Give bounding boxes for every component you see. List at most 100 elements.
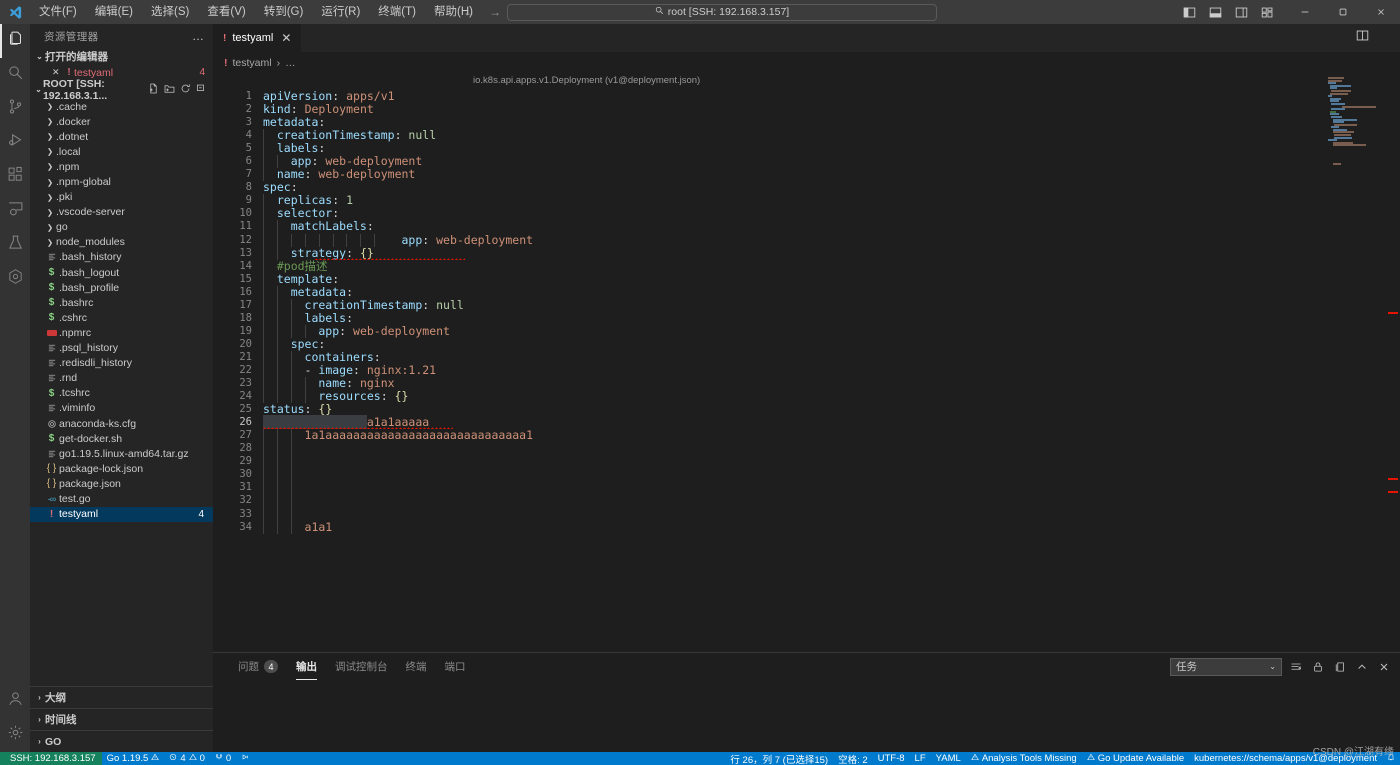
file-tree[interactable]: ❯ .cache ❯ .docker ❯ .dotnet ❯ .local ❯ .npm ❯ .npm… [30, 99, 213, 522]
sidebar-item-extensions[interactable] [0, 160, 30, 194]
tree-file-item[interactable]: .redisdli_history [30, 356, 213, 371]
code-line[interactable]: 8 spec: [213, 181, 1400, 194]
sidebar-item-search[interactable] [0, 58, 30, 92]
code-line[interactable]: 31 [213, 481, 1400, 495]
activity-bar[interactable] [0, 24, 30, 752]
tree-file-item[interactable]: .bash_history [30, 250, 213, 265]
sidebar-more-actions-icon[interactable]: … [192, 29, 205, 43]
tree-file-item[interactable]: .psql_history [30, 341, 213, 356]
tree-folder-item[interactable]: ❯ .npm-global [30, 174, 213, 189]
tree-folder-item[interactable]: ❯ go [30, 220, 213, 235]
menu-run[interactable]: 运行(R) [312, 0, 369, 24]
code-line[interactable]: 9 replicas: 1 [213, 194, 1400, 208]
tree-file-item[interactable]: $ .tcshrc [30, 386, 213, 401]
breadcrumb-file[interactable]: testyaml [233, 57, 272, 69]
close-icon[interactable]: ✕ [52, 67, 64, 78]
output-channel-select[interactable]: 任务 ⌄ [1170, 657, 1282, 676]
notifications-bell[interactable] [1382, 752, 1400, 765]
encoding-status[interactable]: UTF-8 [873, 752, 910, 765]
tree-file-item[interactable]: $ get-docker.sh [30, 431, 213, 446]
new-folder-icon[interactable] [164, 83, 175, 97]
panel-tab-终端[interactable]: 终端 [397, 653, 436, 680]
tree-folder-item[interactable]: ❯ .local [30, 144, 213, 159]
code-line[interactable]: 4 creationTimestamp: null [213, 129, 1400, 143]
tree-folder-item[interactable]: ❯ node_modules [30, 235, 213, 250]
open-editors-section-header[interactable]: ⌄ 打开的编辑器 [30, 48, 213, 65]
menu-terminal[interactable]: 终端(T) [369, 0, 425, 24]
menu-file[interactable]: 文件(F) [30, 0, 86, 24]
refresh-icon[interactable] [180, 83, 191, 97]
minimap[interactable] [1328, 77, 1386, 197]
code-line[interactable]: 29 [213, 455, 1400, 469]
eol-status[interactable]: LF [910, 752, 931, 765]
code-line[interactable]: 7 name: web-deployment [213, 168, 1400, 182]
close-icon[interactable]: ✕ [281, 31, 291, 45]
panel-tab-端口[interactable]: 端口 [436, 653, 475, 680]
tree-folder-item[interactable]: ❯ .npm [30, 159, 213, 174]
panel-tab-输出[interactable]: 输出 [287, 653, 326, 680]
menu-edit[interactable]: 编辑(E) [86, 0, 142, 24]
tree-folder-item[interactable]: ❯ .dotnet [30, 129, 213, 144]
sidebar-item-run-debug[interactable] [0, 126, 30, 160]
menu-bar[interactable]: 文件(F) 编辑(E) 选择(S) 查看(V) 转到(G) 运行(R) 终端(T… [30, 0, 482, 24]
new-file-icon[interactable] [148, 83, 159, 97]
tree-file-item[interactable]: go1.19.5.linux-amd64.tar.gz [30, 446, 213, 461]
code-line[interactable]: 32 [213, 494, 1400, 508]
remote-indicator[interactable]: SSH: 192.168.3.157 [0, 752, 102, 765]
tree-file-item[interactable]: { } package-lock.json [30, 461, 213, 476]
tree-file-item[interactable]: anaconda-ks.cfg [30, 416, 213, 431]
collapse-panel-icon[interactable] [1354, 661, 1370, 673]
timeline-section[interactable]: › 时间线 [30, 708, 213, 730]
code-line[interactable]: 14 #pod描述 [213, 259, 1400, 273]
code-line[interactable]: 28 [213, 442, 1400, 456]
yaml-schema-status[interactable]: kubernetes://schema/apps/v1@deployment [1189, 752, 1382, 765]
tree-file-item[interactable]: $ .bash_profile [30, 280, 213, 295]
accounts-button[interactable] [0, 684, 30, 718]
code-line[interactable]: 1 apiVersion: apps/v1 [213, 89, 1400, 103]
window-minimize-button[interactable] [1286, 0, 1324, 24]
code-line[interactable]: 34 a1a1 [213, 520, 1400, 534]
collapse-all-icon[interactable] [196, 83, 207, 97]
toggle-secondary-sidebar-icon[interactable] [1228, 0, 1254, 24]
indentation-status[interactable]: 空格: 2 [833, 752, 873, 765]
outline-section[interactable]: › 大纲 [30, 686, 213, 708]
panel-tab-问题[interactable]: 问题 4 [229, 653, 287, 680]
customize-layout-icon[interactable] [1254, 0, 1280, 24]
editor-tabs[interactable]: ! testyaml ✕ [213, 24, 1400, 52]
sidebar-item-remote-explorer[interactable] [0, 194, 30, 228]
panel-tabs[interactable]: 问题 4 输出 调试控制台 终端 端口 任务 ⌄ [213, 653, 1400, 680]
go-section[interactable]: › GO [30, 730, 213, 752]
split-editor-icon[interactable] [1356, 29, 1369, 47]
code-line[interactable]: 20 spec: [213, 337, 1400, 351]
tree-file-item[interactable]: -∞ test.go [30, 491, 213, 506]
lock-icon[interactable] [1310, 661, 1326, 673]
code-line[interactable]: 19 app: web-deployment [213, 324, 1400, 338]
code-line[interactable]: 27 1a1aaaaaaaaaaaaaaaaaaaaaaaaaaaaa1 [213, 429, 1400, 443]
breadcrumb[interactable]: ! testyaml › … [213, 52, 1400, 73]
analysis-tools-status[interactable]: Analysis Tools Missing [966, 752, 1082, 765]
window-close-button[interactable] [1362, 0, 1400, 24]
sidebar-item-kubernetes[interactable] [0, 262, 30, 296]
ports-status[interactable]: 0 [210, 752, 236, 765]
tree-folder-item[interactable]: ❯ .pki [30, 190, 213, 205]
tree-file-item[interactable]: $ .bashrc [30, 295, 213, 310]
sidebar-item-source-control[interactable] [0, 92, 30, 126]
code-line[interactable]: 13 strategy: {} [213, 246, 1400, 260]
overview-ruler[interactable] [1386, 73, 1400, 652]
menu-go[interactable]: 转到(G) [255, 0, 313, 24]
sidebar-item-testing[interactable] [0, 228, 30, 262]
code-editor[interactable]: io.k8s.api.apps.v1.Deployment (v1@deploy… [213, 73, 1400, 652]
tree-file-item[interactable]: { } package.json [30, 476, 213, 491]
tree-folder-item[interactable]: ❯ .vscode-server [30, 205, 213, 220]
code-line[interactable]: 2 kind: Deployment [213, 103, 1400, 116]
menu-selection[interactable]: 选择(S) [142, 0, 198, 24]
tab-testyaml[interactable]: ! testyaml ✕ [213, 24, 303, 52]
tree-file-item[interactable]: ! testyaml 4 [30, 506, 213, 522]
code-line[interactable]: 30 [213, 468, 1400, 482]
tree-folder-item[interactable]: ❯ .cache [30, 99, 213, 114]
status-bar[interactable]: SSH: 192.168.3.157 Go 1.19.5 4 0 0 行 26，… [0, 752, 1400, 765]
tree-file-item[interactable]: $ .bash_logout [30, 265, 213, 280]
problems-status[interactable]: 4 0 [164, 752, 210, 765]
tree-file-item[interactable]: .viminfo [30, 401, 213, 416]
tree-file-item[interactable]: .npmrc [30, 325, 213, 340]
